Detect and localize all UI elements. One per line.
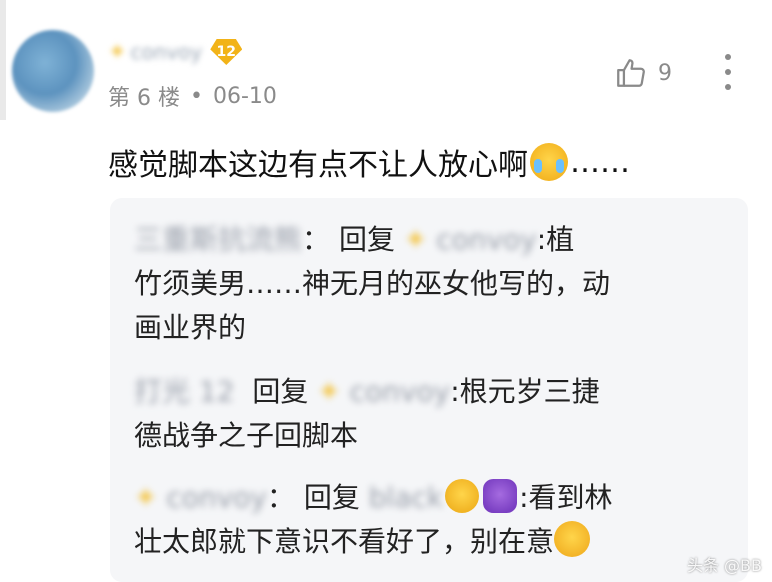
reply-line: 德战争之子回脚本: [134, 419, 359, 452]
laughing-emoji: [445, 479, 480, 513]
like-count: 9: [658, 60, 672, 86]
star-icon: ✦: [108, 39, 127, 65]
author-name[interactable]: ✦ convoy: [108, 40, 202, 65]
reply-thread[interactable]: 三重斯抗流熊： 回复 ✦ convoy:植 竹须美男……神无月的巫女他写的，动 …: [110, 198, 748, 582]
thumb-up-icon: [614, 56, 648, 90]
reply-line: 竹须美男……神无月的巫女他写的，动: [134, 267, 611, 300]
level-badge: 12: [210, 39, 243, 65]
meta-separator: •: [189, 83, 203, 109]
comment-date: 06-10: [212, 83, 277, 109]
floor-label: 第 6 楼: [108, 86, 180, 111]
grin-emoji: [554, 521, 591, 557]
reply-item[interactable]: ✦ convoy： 回复 black:看到林 壮太郎就下意识不看好了，别在意: [134, 476, 724, 564]
reply-user[interactable]: ✦ convoy: [134, 476, 267, 520]
left-edge-bar: [0, 0, 6, 120]
reply-line: 画业界的: [134, 311, 247, 344]
comment-text: 感觉脚本这边有点不让人放心啊 ……: [108, 143, 630, 183]
reply-action: 回复: [338, 223, 395, 256]
devil-emoji: [483, 479, 518, 513]
reply-action: 回复: [303, 481, 360, 514]
watermark: 头条 @BB: [686, 556, 762, 575]
reply-line: 壮太郎就下意识不看好了，别在意: [134, 525, 555, 558]
more-vertical-icon[interactable]: [722, 54, 734, 90]
reply-action: 回复: [252, 375, 309, 408]
reply-user[interactable]: 打光 12: [134, 370, 235, 414]
reply-user[interactable]: 三重斯抗流熊: [134, 218, 302, 262]
author-row: ✦ convoy 12: [108, 36, 243, 68]
reply-item[interactable]: 三重斯抗流熊： 回复 ✦ convoy:植 竹须美男……神无月的巫女他写的，动 …: [134, 218, 724, 350]
reply-item[interactable]: 打光 12 回复 ✦ convoy:根元岁三捷 德战争之子回脚本: [134, 370, 724, 458]
crying-emoji: [530, 143, 568, 181]
reply-target[interactable]: ✦ convoy: [317, 370, 450, 414]
like-button[interactable]: 9: [614, 56, 672, 90]
avatar[interactable]: [12, 30, 94, 112]
reply-target[interactable]: ✦ convoy: [404, 218, 537, 262]
comment-meta: 第 6 楼 • 06-10: [108, 80, 277, 112]
reply-target[interactable]: black: [369, 476, 443, 520]
